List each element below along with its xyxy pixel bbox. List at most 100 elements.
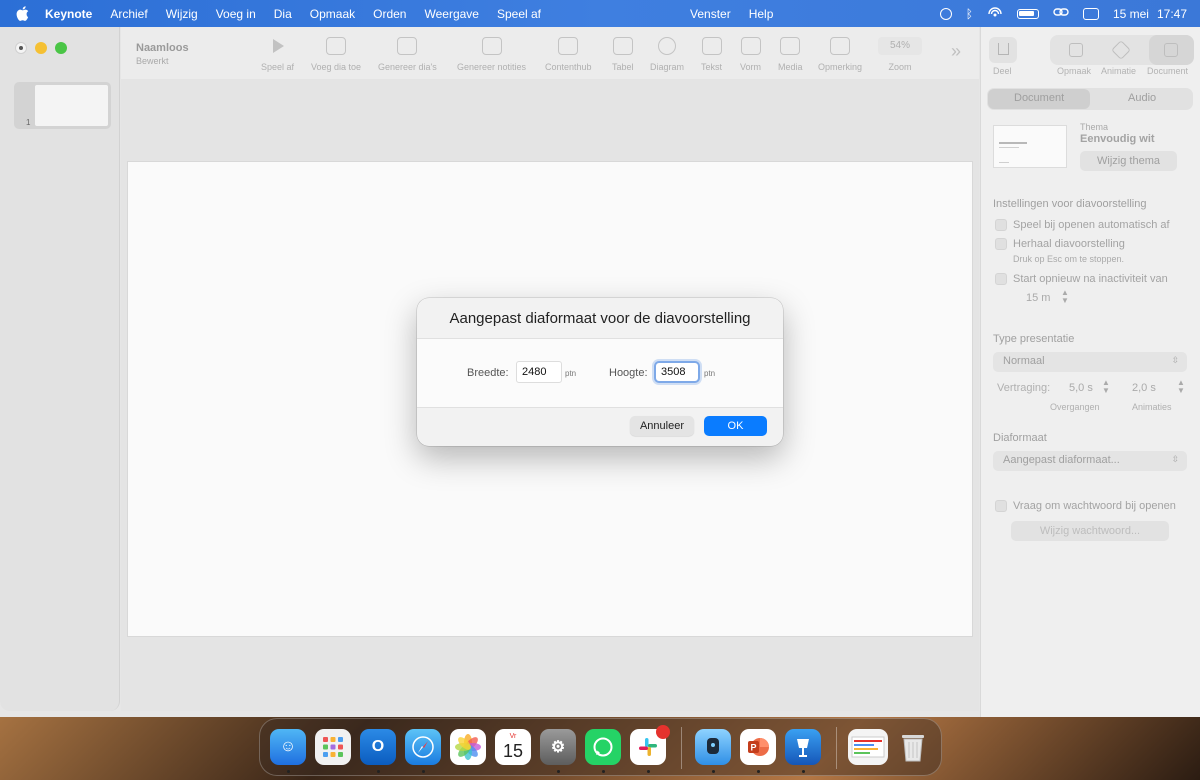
slide-thumbnail[interactable] [35,85,108,126]
keynote-icon[interactable] [785,729,821,765]
comment-button[interactable]: Opmerking [818,37,862,72]
menu-voeg-in[interactable]: Voeg in [216,7,256,21]
presentation-type-select[interactable]: Normaal ⇳ [993,352,1187,372]
restart-value[interactable]: 15 m [1026,292,1050,304]
generate-notes-button[interactable]: Genereer notities [457,37,526,72]
theme-thumbnail[interactable] [993,125,1067,168]
menu-dia[interactable]: Dia [274,7,292,21]
tab-document-label[interactable]: Document [1147,66,1188,76]
finder-icon[interactable]: ☺ [270,729,306,765]
table-button[interactable]: Tabel [612,37,634,72]
cancel-button[interactable]: Annuleer [630,416,694,436]
restart-stepper-icon[interactable]: ▲ ▼ [1061,289,1069,305]
format-brush-icon[interactable] [1069,43,1083,57]
transitions-label: Overgangen [1050,402,1100,412]
document-status: Bewerkt [136,56,169,66]
slide-thumbnail-item[interactable]: 1 [14,82,111,129]
outlook-icon[interactable]: O [360,729,396,765]
menu-opmaak[interactable]: Opmaak [310,7,355,21]
restart-checkbox[interactable] [995,273,1007,285]
generate-slides-icon [397,37,418,55]
width-input[interactable] [516,361,562,383]
close-window-button[interactable] [15,42,27,54]
bluetooth-icon[interactable]: ᛒ [966,7,973,21]
menu-help[interactable]: Help [749,7,774,21]
delay-label: Vertraging: [997,382,1051,394]
apple-menu-icon[interactable] [15,6,29,22]
safari-icon[interactable] [405,729,441,765]
builds-stepper-icon[interactable]: ▲ ▼ [1177,379,1185,395]
shape-button[interactable]: Vorm [740,37,761,72]
restart-label: Start opnieuw na inactiviteit van [1013,273,1168,285]
tab-animate-label[interactable]: Animatie [1101,66,1136,76]
autoplay-row[interactable]: Speel bij openen automatisch af [995,219,1170,231]
presentation-type-value: Normaal [1003,355,1045,367]
restart-row[interactable]: Start opnieuw na inactiviteit van [995,273,1168,285]
change-theme-button[interactable]: Wijzig thema [1080,151,1177,171]
loop-label: Herhaal diavoorstelling [1013,238,1125,250]
menu-wijzig[interactable]: Wijzig [166,7,198,21]
photos-icon[interactable] [450,729,486,765]
menubar-date[interactable]: 15 mei [1113,7,1149,21]
presentation-type-header: Type presentatie [993,333,1075,345]
menu-weergave[interactable]: Weergave [424,7,478,21]
menu-archief[interactable]: Archief [110,7,147,21]
fullscreen-window-button[interactable] [55,42,67,54]
animate-diamond-icon[interactable] [1111,40,1131,60]
text-button[interactable]: Tekst [701,37,722,72]
play-button[interactable]: Speel af [261,37,294,72]
share-button[interactable] [989,37,1017,63]
menu-speel-af[interactable]: Speel af [497,7,541,21]
menu-orden[interactable]: Orden [373,7,406,21]
ok-button[interactable]: OK [704,416,767,436]
toolbar-more-icon[interactable]: » [951,41,961,62]
generate-slides-button[interactable]: Genereer dia's [378,37,437,72]
minimize-window-button[interactable] [35,42,47,54]
text-label: Tekst [701,62,723,72]
contenthub-button[interactable]: Contenthub [545,37,592,72]
menubar-time[interactable]: 17:47 [1157,7,1187,21]
calendar-icon[interactable]: Vr 15 [495,729,531,765]
slack-icon[interactable] [630,725,670,765]
document-icon[interactable] [1164,43,1178,57]
airdrop-icon[interactable] [987,6,1003,21]
tab-format-label[interactable]: Opmaak [1057,66,1091,76]
height-label: Hoogte: [609,367,648,379]
segment-audio[interactable]: Audio [1128,92,1156,104]
add-slide-button[interactable]: Voeg dia toe [311,37,361,72]
builds-delay-value[interactable]: 2,0 s [1132,382,1156,394]
width-unit: ptn [565,369,577,378]
transitions-stepper-icon[interactable]: ▲ ▼ [1102,379,1110,395]
password-row[interactable]: Vraag om wachtwoord bij openen [995,500,1176,512]
mic-app-icon[interactable] [695,729,731,765]
height-input[interactable] [654,361,700,383]
control-center-icon[interactable] [1082,7,1099,20]
loop-row[interactable]: Herhaal diavoorstelling [995,238,1125,250]
system-settings-icon[interactable]: ⚙ [540,729,576,765]
battery-icon[interactable] [1016,8,1039,19]
slide-size-select[interactable]: Aangepast diaformaat... ⇳ [993,451,1187,471]
autoplay-checkbox[interactable] [995,219,1007,231]
menu-venster[interactable]: Venster [690,7,731,21]
powerpoint-icon[interactable]: P [740,729,776,765]
menu-app-name[interactable]: Keynote [45,7,92,21]
chart-button[interactable]: Diagram [650,37,684,72]
media-button[interactable]: Media [778,37,803,72]
contenthub-label: Contenthub [545,62,592,72]
screen-recording-icon[interactable] [939,7,952,20]
document-title[interactable]: Naamloos [136,42,189,54]
zoom-value[interactable]: 54% [878,37,922,55]
shape-label: Vorm [740,62,762,72]
recent-document-icon[interactable] [848,729,888,765]
password-checkbox[interactable] [995,500,1007,512]
segment-document[interactable]: Document [1014,92,1064,104]
transitions-delay-value[interactable]: 5,0 s [1069,382,1093,394]
trash-icon[interactable] [895,729,931,765]
zoom-control[interactable]: 54% Zoom [878,37,922,72]
whatsapp-icon[interactable] [585,729,621,765]
width-label: Breedte: [467,367,509,379]
launchpad-icon[interactable] [315,729,351,765]
loop-checkbox[interactable] [995,238,1007,250]
change-password-button[interactable]: Wijzig wachtwoord... [1011,521,1169,541]
link-icon[interactable] [1053,6,1069,21]
